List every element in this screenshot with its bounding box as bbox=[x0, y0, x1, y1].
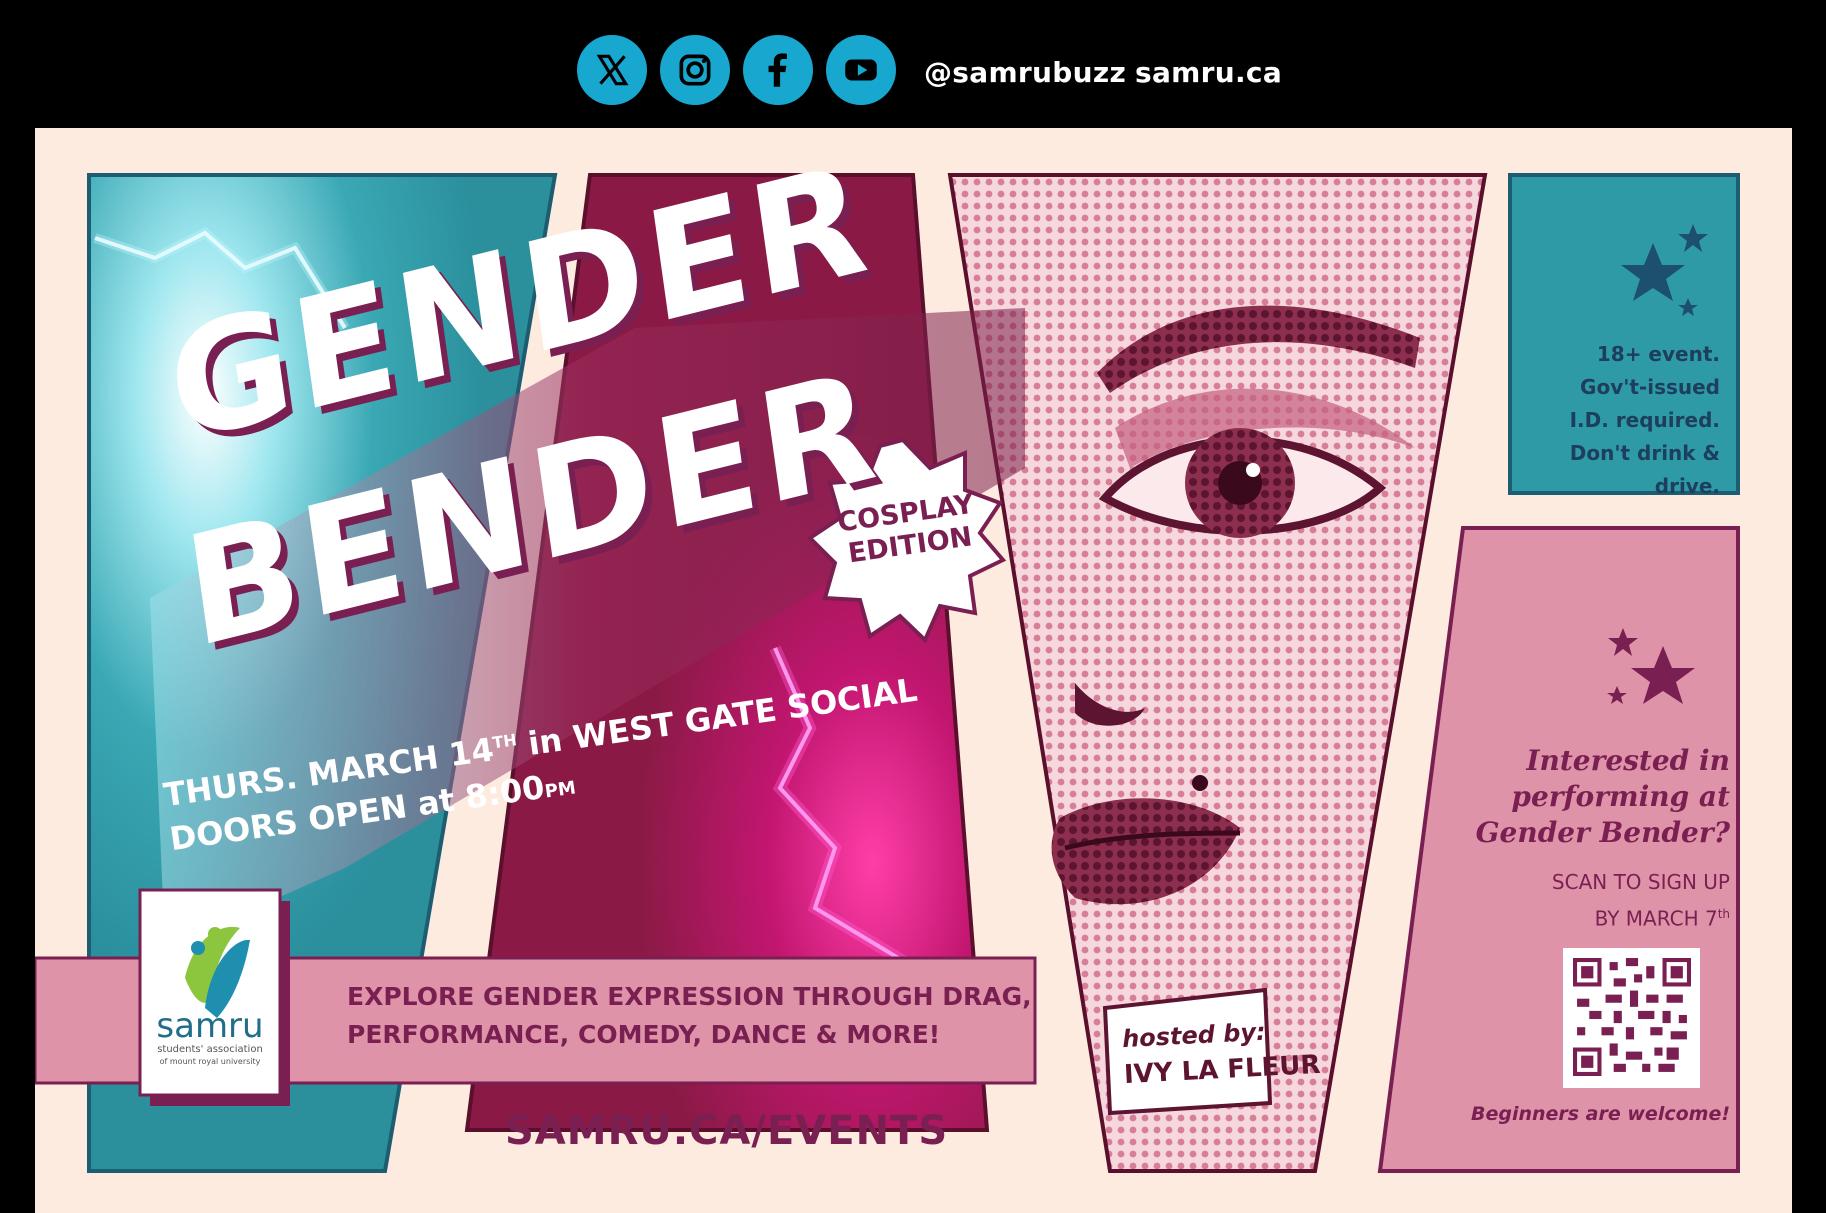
notice-line-4: Don't drink & drive. bbox=[1569, 441, 1720, 498]
tagline-line-1: EXPLORE GENDER EXPRESSION THROUGH DRAG, bbox=[347, 982, 1032, 1011]
event-poster: GENDER BENDER COSPLAY EDITION THURS. MAR… bbox=[35, 128, 1792, 1213]
notice-line-3: I.D. required. bbox=[1569, 408, 1720, 432]
signup-line-2: BY MARCH 7th bbox=[1455, 898, 1730, 935]
x-icon[interactable] bbox=[577, 35, 647, 105]
social-bar: @samrubuzz samru.ca bbox=[0, 0, 1826, 128]
instagram-icon[interactable] bbox=[660, 35, 730, 105]
signup-info: SCAN TO SIGN UP BY MARCH 7th bbox=[1455, 866, 1730, 935]
notice-line-1: 18+ event. bbox=[1596, 342, 1720, 366]
youtube-icon[interactable] bbox=[826, 35, 896, 105]
perform-callout: Interested in performing at Gender Bende… bbox=[1440, 743, 1730, 851]
logo-subline-1: students' association bbox=[157, 1044, 263, 1055]
social-handle[interactable]: @samrubuzz bbox=[924, 56, 1126, 89]
facebook-icon[interactable] bbox=[743, 35, 813, 105]
poster-screenshot: @samrubuzz samru.ca GENDER BENDER COSPLA… bbox=[0, 0, 1826, 1213]
perform-line-1: Interested in bbox=[1526, 744, 1730, 777]
doors-suffix: PM bbox=[543, 777, 578, 803]
host-credit: hosted by: IVY LA FLEUR bbox=[1121, 1011, 1321, 1093]
qr-code-pattern[interactable] bbox=[1573, 958, 1691, 1076]
tagline: EXPLORE GENDER EXPRESSION THROUGH DRAG, … bbox=[347, 978, 1032, 1054]
perform-line-2: performing at bbox=[1511, 780, 1730, 813]
logo-subline-2: of mount royal university bbox=[159, 1057, 261, 1066]
events-url[interactable]: SAMRU.CA/EVENTS bbox=[505, 1108, 948, 1154]
tagline-line-2: PERFORMANCE, COMEDY, DANCE & MORE! bbox=[347, 1020, 941, 1049]
signup-suffix: th bbox=[1717, 907, 1730, 921]
beginners-note: Beginners are welcome! bbox=[1470, 1103, 1730, 1125]
notice-line-2: Gov't-issued bbox=[1580, 375, 1720, 399]
signup-line-1: SCAN TO SIGN UP bbox=[1551, 870, 1730, 894]
logo-wordmark: samru bbox=[156, 1006, 264, 1046]
samru-logo: samru students' association of mount roy… bbox=[142, 1008, 278, 1067]
perform-line-3: Gender Bender? bbox=[1475, 816, 1730, 849]
age-notice: 18+ event. Gov't-issued I.D. required. D… bbox=[1510, 338, 1720, 503]
website-link[interactable]: samru.ca bbox=[1135, 56, 1282, 89]
date-suffix: TH bbox=[491, 730, 518, 753]
signup-date: BY MARCH 7 bbox=[1594, 906, 1718, 931]
